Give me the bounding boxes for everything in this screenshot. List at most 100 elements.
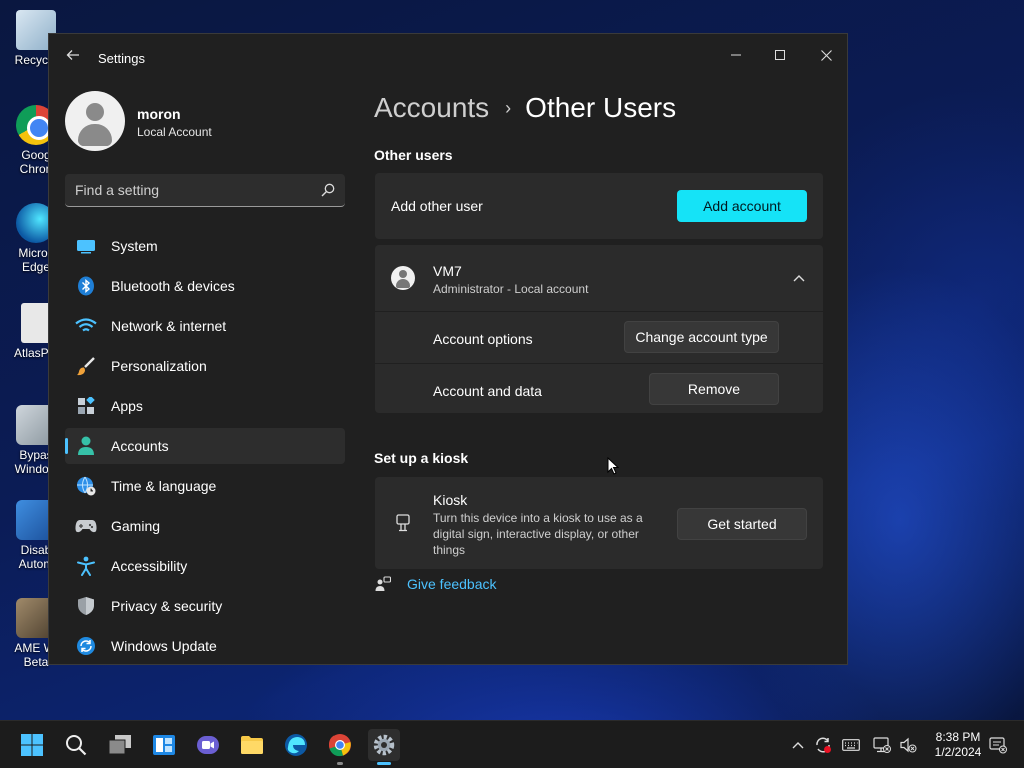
sidebar-item-label: Time & language xyxy=(111,478,217,494)
globe-clock-icon xyxy=(75,475,97,497)
sidebar-item-personalization[interactable]: Personalization xyxy=(65,348,345,384)
sidebar-item-system[interactable]: System xyxy=(65,228,345,264)
close-button[interactable] xyxy=(803,40,849,70)
document-icon xyxy=(21,303,51,343)
sidebar-item-label: Network & internet xyxy=(111,318,227,334)
breadcrumb-parent[interactable]: Accounts xyxy=(374,92,489,124)
give-feedback-link[interactable]: Give feedback xyxy=(407,576,497,592)
sidebar-item-gaming[interactable]: Gaming xyxy=(65,508,345,544)
sidebar-item-label: System xyxy=(111,238,158,254)
app-title: Settings xyxy=(98,51,145,66)
chrome-icon xyxy=(329,734,351,757)
sync-alert-icon xyxy=(816,737,831,753)
start-button[interactable] xyxy=(16,729,48,761)
sidebar-item-label: Accessibility xyxy=(111,558,188,574)
breadcrumb: Accounts › Other Users xyxy=(374,92,676,124)
account-options-label: Account options xyxy=(433,331,533,347)
task-view-icon xyxy=(108,735,131,755)
divider xyxy=(375,363,823,364)
add-account-button[interactable]: Add account xyxy=(677,190,807,222)
kiosk-card: Kiosk Turn this device into a kiosk to u… xyxy=(375,477,823,569)
sidebar-item-privacy-security[interactable]: Privacy & security xyxy=(65,588,345,624)
search-icon xyxy=(66,735,87,756)
file-explorer-button[interactable] xyxy=(236,729,268,761)
title-bar[interactable]: Settings xyxy=(49,34,847,82)
sidebar-item-label: Gaming xyxy=(111,518,161,534)
profile-name: moron xyxy=(137,106,181,122)
active-indicator xyxy=(377,762,391,765)
sidebar-item-label: Accounts xyxy=(111,438,169,454)
sidebar-item-network[interactable]: Network & internet xyxy=(65,308,345,344)
sidebar-item-time-language[interactable]: Time & language xyxy=(65,468,345,504)
chevron-up-icon[interactable] xyxy=(793,274,805,282)
kiosk-description: Turn this device into a kiosk to use as … xyxy=(433,511,643,557)
accessibility-icon xyxy=(75,555,97,577)
volume-button[interactable] xyxy=(898,735,918,755)
running-indicator xyxy=(337,762,343,765)
show-hidden-icons-button[interactable] xyxy=(788,735,808,755)
chevron-up-icon xyxy=(792,742,804,749)
remove-button[interactable]: Remove xyxy=(649,373,779,405)
sidebar-item-windows-update[interactable]: Windows Update xyxy=(65,628,345,664)
sidebar-item-accessibility[interactable]: Accessibility xyxy=(65,548,345,584)
person-icon xyxy=(75,435,97,457)
kiosk-icon xyxy=(396,514,410,532)
add-other-user-label: Add other user xyxy=(391,198,483,214)
network-button[interactable] xyxy=(872,735,892,755)
search-box[interactable] xyxy=(65,174,345,207)
kiosk-section-title: Set up a kiosk xyxy=(374,450,469,466)
sidebar-item-label: Privacy & security xyxy=(111,598,223,614)
sidebar-item-label: Apps xyxy=(111,398,143,414)
edge-icon xyxy=(285,734,307,756)
gamepad-icon xyxy=(75,515,97,537)
feedback-icon xyxy=(375,576,391,591)
back-button[interactable] xyxy=(63,48,83,68)
widgets-button[interactable] xyxy=(148,729,180,761)
display-icon xyxy=(75,235,97,257)
settings-taskbar-button[interactable] xyxy=(368,729,400,765)
edge-button[interactable] xyxy=(280,729,312,761)
taskbar-clock[interactable]: 8:38 PM 1/2/2024 xyxy=(928,730,988,760)
apps-icon xyxy=(75,395,97,417)
taskbar-search-button[interactable] xyxy=(60,729,92,761)
user-name: VM7 xyxy=(433,263,462,279)
account-and-data-label: Account and data xyxy=(433,383,542,399)
other-users-section-title: Other users xyxy=(374,147,453,163)
tray-sync-icon-button[interactable] xyxy=(813,735,833,755)
sidebar-item-bluetooth[interactable]: Bluetooth & devices xyxy=(65,268,345,304)
chrome-button[interactable] xyxy=(324,729,356,765)
minimize-button[interactable] xyxy=(713,40,759,70)
keyboard-button[interactable] xyxy=(841,735,861,755)
kiosk-title: Kiosk xyxy=(433,492,468,508)
teams-chat-button[interactable] xyxy=(192,729,224,761)
sidebar-item-apps[interactable]: Apps xyxy=(65,388,345,424)
folder-icon xyxy=(241,736,263,754)
user-card-header[interactable]: VM7 Administrator - Local account xyxy=(375,245,823,311)
windows-logo-icon xyxy=(21,734,43,756)
maximize-button[interactable] xyxy=(757,40,803,70)
volume-muted-icon xyxy=(900,737,917,753)
user-detail: Administrator - Local account xyxy=(433,282,589,296)
gear-icon xyxy=(373,734,395,756)
video-chat-icon xyxy=(197,736,219,754)
taskbar: 8:38 PM 1/2/2024 xyxy=(0,720,1024,768)
keyboard-icon xyxy=(842,739,860,751)
task-view-button[interactable] xyxy=(104,729,136,761)
user-profile[interactable]: moron Local Account xyxy=(65,91,345,151)
get-started-button[interactable]: Get started xyxy=(677,508,807,540)
back-arrow-icon xyxy=(66,50,79,60)
widgets-icon xyxy=(153,735,175,755)
search-icon[interactable] xyxy=(321,183,335,197)
clock-date: 1/2/2024 xyxy=(934,745,982,759)
give-feedback[interactable]: Give feedback xyxy=(375,573,497,595)
notification-icon xyxy=(989,737,1007,754)
user-card-vm7: VM7 Administrator - Local account Accoun… xyxy=(375,245,823,413)
mouse-cursor-icon xyxy=(607,457,619,475)
sidebar-item-accounts[interactable]: Accounts xyxy=(65,428,345,464)
page-title: Other Users xyxy=(525,92,677,123)
search-input[interactable] xyxy=(75,174,305,206)
notifications-button[interactable] xyxy=(988,735,1008,755)
change-account-type-button[interactable]: Change account type xyxy=(624,321,779,353)
add-other-user-card: Add other user Add account xyxy=(375,173,823,239)
profile-account-type: Local Account xyxy=(137,125,212,139)
